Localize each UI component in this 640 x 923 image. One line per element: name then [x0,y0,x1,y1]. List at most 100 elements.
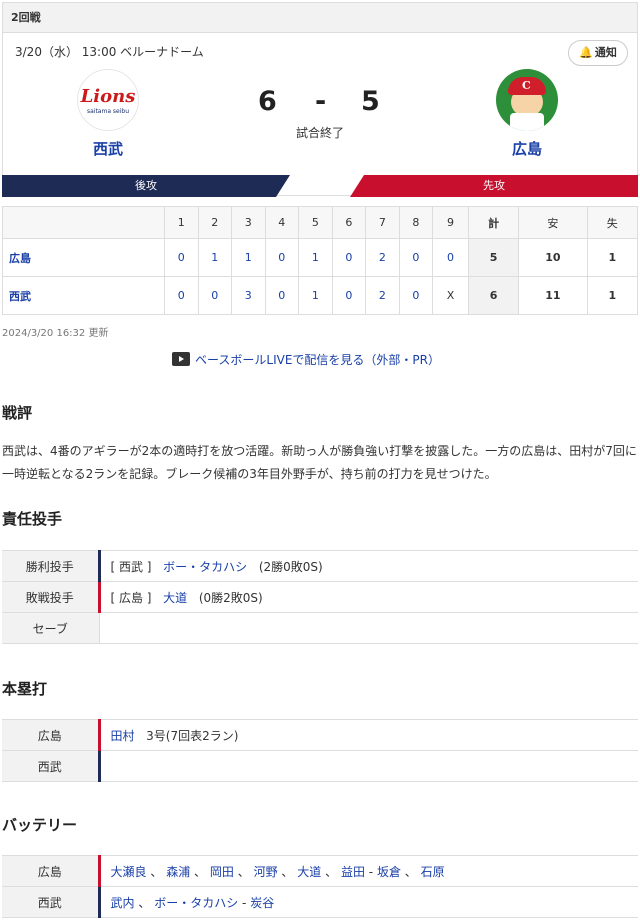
separator: 、 [404,864,417,879]
separator: 、 [325,864,338,879]
total-errors: 1 [586,238,639,277]
away-side-bar: 先攻 [350,175,638,197]
live-link-label: ベースボールLIVEで配信を見る（外部・PR） [195,352,440,367]
away-score: 5 [361,86,380,117]
inning-score: 0 [432,238,469,277]
table-row: 広島 田村 3号(7回表2ラン) [2,719,638,751]
total-hits: 10 [518,238,588,277]
battery-home-cell: 武内 、 ボー・タカハシ - 炭谷 [97,886,638,918]
inning-score: 1 [231,238,266,277]
separator: 、 [150,864,163,879]
inning-score: 1 [298,276,333,315]
inning-score: 2 [365,276,400,315]
hr-batter-link[interactable]: 田村 [111,729,135,743]
player-link[interactable]: 坂倉 [377,865,401,879]
battery-home-label: 西武 [2,886,99,918]
score-separator: - [315,86,327,117]
game-meta: 3/20（水） 13:00 ベルーナドーム [15,45,204,59]
pitchers-heading: 責任投手 [2,510,63,528]
win-pitcher-link[interactable]: ボー・タカハシ [163,560,247,574]
total-errors: 1 [586,276,639,315]
hr-away-label: 広島 [2,719,99,751]
separator: 、 [237,864,250,879]
home-score: 6 [258,86,277,117]
review-heading: 戦評 [2,404,33,422]
inning-score: 0 [164,276,199,315]
inning-header: 7 [365,206,400,239]
player-link[interactable]: 河野 [254,865,278,879]
save-label: セーブ [2,612,99,644]
table-row: 西武 0 0 3 0 1 0 2 0 X 6 11 1 [2,276,639,315]
win-pitcher-cell: [ 西武 ] ボー・タカハシ (2勝0敗0S) [97,550,638,582]
table-row: 敗戦投手 [ 広島 ] 大道 (0勝2敗0S) [2,581,638,613]
round-label: 2回戦 [3,3,637,33]
inning-header: 6 [331,206,367,239]
player-link[interactable]: 炭谷 [250,896,274,910]
table-row: 広島 大瀬良 、 森浦 、 岡田 、 河野 、 大道 、 益田 - 坂倉 、 石… [2,855,638,887]
player-link[interactable]: 大道 [297,865,321,879]
player-link[interactable]: 武内 [111,896,135,910]
inning-score: 0 [164,238,199,277]
lose-pitcher-link[interactable]: 大道 [163,591,187,605]
live-stream-link[interactable]: ベースボールLIVEで配信を見る（外部・PR） [172,349,440,369]
lose-label: 敗戦投手 [2,581,99,613]
pitchers-table: 勝利投手 [ 西武 ] ボー・タカハシ (2勝0敗0S) 敗戦投手 [ 広島 ]… [2,550,638,644]
separator: 、 [194,864,207,879]
away-logo-text: C [522,79,531,92]
dash: - [242,895,247,910]
table-row: 西武 [2,750,638,782]
inning-score: 0 [331,276,367,315]
inning-score: 2 [365,238,400,277]
game-status: 試合終了 [295,126,344,140]
win-record: (2勝0敗0S) [258,559,323,574]
home-team-logo[interactable]: Lions saitama seibu [77,69,139,131]
home-side-bar: 後攻 [2,175,290,197]
total-header: 計 [467,206,520,239]
hr-home-label: 西武 [2,750,99,782]
player-link[interactable]: 岡田 [210,865,234,879]
battery-away-cell: 大瀬良 、 森浦 、 岡田 、 河野 、 大道 、 益田 - 坂倉 、 石原 [97,855,638,887]
dash: - [368,864,374,879]
separator: 、 [281,864,294,879]
errors-header: 失 [586,206,639,239]
mascot-cap: C [508,77,546,95]
player-link[interactable]: 大瀬良 [111,865,147,879]
row-team-name[interactable]: 西武 [2,276,165,315]
home-logo-sub: saitama seibu [86,108,130,115]
battery-heading: バッテリー [2,816,78,834]
hits-header: 安 [518,206,588,239]
player-link[interactable]: ボー・タカハシ [154,896,238,910]
player-link[interactable]: 石原 [421,865,445,879]
inning-score: 3 [231,276,266,315]
row-team-name[interactable]: 広島 [2,238,165,277]
lose-pitcher-cell: [ 広島 ] 大道 (0勝2敗0S) [97,581,638,613]
inning-score: 1 [298,238,333,277]
updated-timestamp: 2024/3/20 16:32 更新 [2,328,109,339]
inning-header: 4 [264,206,300,239]
battery-away-label: 広島 [2,855,99,887]
home-team-name[interactable]: 西武 [77,138,139,159]
win-team: [ 西武 ] [110,559,152,574]
inning-score: 0 [264,276,300,315]
bell-icon: 🔔 [579,46,593,59]
lose-team: [ 広島 ] [110,590,152,605]
lose-record: (0勝2敗0S) [198,590,263,605]
away-team-name[interactable]: 広島 [496,138,558,159]
save-pitcher-cell [98,612,638,644]
table-row: セーブ [2,612,638,644]
notify-button[interactable]: 🔔 通知 [568,40,628,66]
total-hits: 11 [518,276,588,315]
away-team-logo[interactable]: C [496,69,558,131]
hr-home-cell [97,750,638,782]
table-row: 西武 武内 、 ボー・タカハシ - 炭谷 [2,886,638,918]
separator: 、 [138,895,151,910]
inning-score: 0 [398,238,434,277]
player-link[interactable]: 益田 [341,865,365,879]
hr-away-cell: 田村 3号(7回表2ラン) [97,719,638,751]
scoreboard-header: 1 2 3 4 5 6 7 8 9 計 安 失 [2,206,639,239]
inning-header: 9 [432,206,469,239]
inning-score: 0 [264,238,300,277]
total-runs: 6 [467,276,520,315]
homerun-heading: 本塁打 [2,680,48,698]
player-link[interactable]: 森浦 [166,865,190,879]
